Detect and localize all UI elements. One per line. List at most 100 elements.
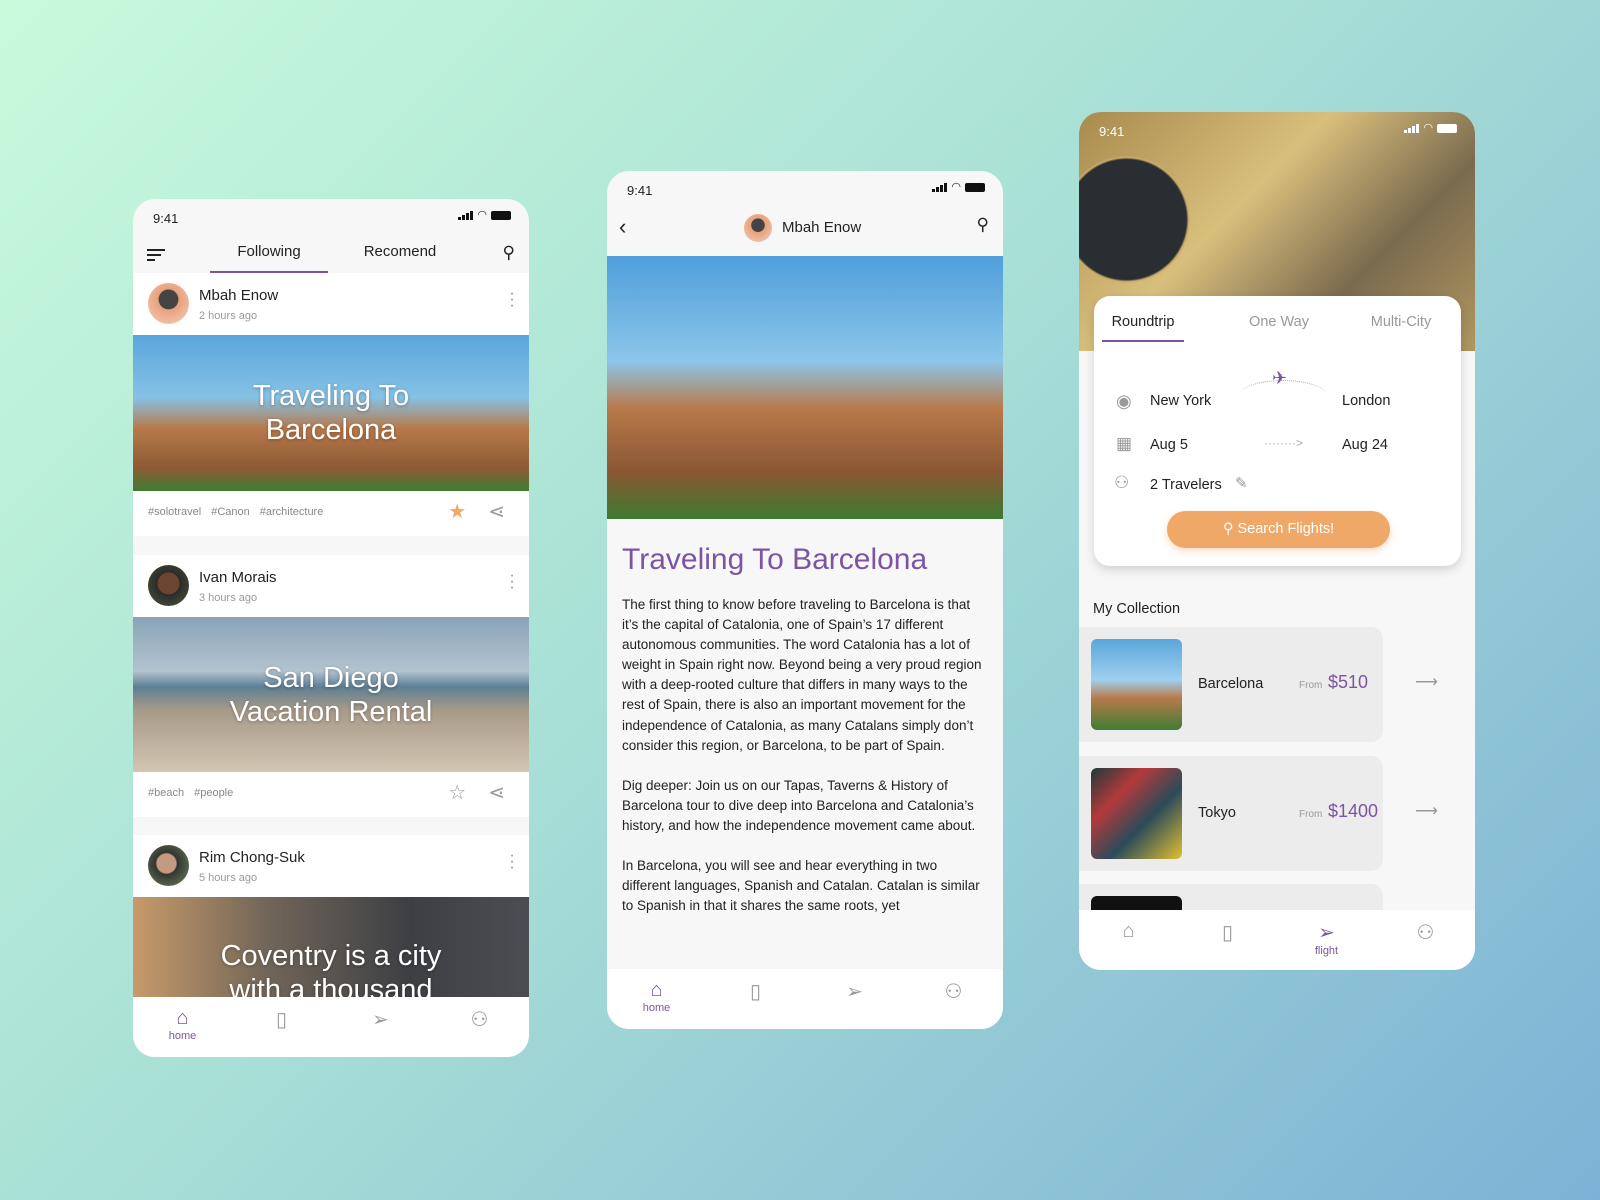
- more-icon[interactable]: · · ·: [509, 848, 515, 876]
- post-title: San Diego Vacation Rental: [229, 661, 433, 728]
- post-footer: #beach #people ☆ ⋖: [133, 772, 529, 817]
- tab-label: Following: [237, 243, 301, 260]
- tag[interactable]: #beach: [148, 787, 184, 799]
- nav-flight[interactable]: ➢ flight: [1302, 920, 1352, 970]
- post-header: Ivan Morais 3 hours ago · · ·: [133, 555, 529, 617]
- tag[interactable]: #architecture: [260, 506, 324, 518]
- from-label: From: [1299, 809, 1323, 820]
- from-label: From: [1299, 680, 1323, 691]
- user-icon: ⚇: [470, 1009, 489, 1031]
- tag[interactable]: #people: [194, 787, 233, 799]
- menu-icon[interactable]: [147, 249, 165, 261]
- tab-label: Multi-City: [1370, 314, 1432, 330]
- battery-icon: [965, 183, 985, 192]
- book-icon: ▯: [1221, 922, 1233, 944]
- back-icon[interactable]: ‹: [619, 214, 626, 240]
- status-time: 9:41: [627, 183, 653, 198]
- depart-date[interactable]: Aug 5: [1150, 437, 1188, 453]
- battery-icon: [1437, 124, 1457, 133]
- tag[interactable]: #Canon: [211, 506, 250, 518]
- nav-book[interactable]: ▯: [1203, 920, 1253, 970]
- travelers-field[interactable]: 2 Travelers: [1150, 477, 1222, 493]
- flight-search-card: Roundtrip One Way Multi-City ◉ New York …: [1094, 296, 1461, 566]
- book-icon: ▯: [749, 981, 761, 1003]
- edit-icon[interactable]: ✎: [1235, 474, 1248, 492]
- wifi-icon: ◠: [1423, 122, 1433, 134]
- user-icon: ⚇: [944, 981, 963, 1003]
- nav-home[interactable]: ⌂ home: [632, 979, 682, 1029]
- avatar[interactable]: [744, 214, 772, 242]
- star-filled-icon[interactable]: ★: [448, 499, 466, 524]
- star-outline-icon[interactable]: ☆: [448, 780, 466, 805]
- tab-one-way[interactable]: One Way: [1234, 314, 1324, 330]
- status-bar: 9:41 ◠: [607, 171, 1003, 211]
- more-icon[interactable]: · · ·: [509, 568, 515, 596]
- arrow-right-icon[interactable]: ⟶: [1415, 801, 1438, 821]
- tab-label: Recomend: [363, 243, 437, 260]
- tab-label: Roundtrip: [1111, 314, 1175, 330]
- dotted-arrow-icon: ········>: [1264, 436, 1303, 450]
- post-image[interactable]: Traveling To Barcelona: [133, 335, 529, 491]
- author-name[interactable]: Rim Chong-Suk: [199, 849, 305, 866]
- post-footer: #solotravel #Canon #architecture ★ ⋖: [133, 491, 529, 536]
- post-header: Mbah Enow 2 hours ago · · ·: [133, 273, 529, 335]
- author-name[interactable]: Mbah Enow: [199, 287, 278, 304]
- destination-field[interactable]: London: [1342, 393, 1390, 409]
- search-icon: ⚲: [1222, 521, 1234, 537]
- home-icon: ⌂: [1122, 920, 1135, 942]
- tab-multi-city[interactable]: Multi-City: [1356, 314, 1446, 330]
- nav-profile[interactable]: ⚇: [929, 979, 979, 1029]
- post-image[interactable]: San Diego Vacation Rental: [133, 617, 529, 772]
- paragraph: Dig deeper: Join us on our Tapas, Tavern…: [622, 777, 976, 833]
- nav-book[interactable]: ▯: [731, 979, 781, 1029]
- search-flights-button[interactable]: ⚲ Search Flights!: [1167, 511, 1390, 548]
- nav-profile[interactable]: ⚇: [455, 1007, 505, 1057]
- collection-item[interactable]: Tokyo From $1400: [1079, 756, 1383, 871]
- home-icon: ⌂: [176, 1007, 189, 1029]
- article-image: [607, 256, 1003, 519]
- tag[interactable]: #solotravel: [148, 506, 201, 518]
- share-icon[interactable]: ⋖: [488, 499, 505, 524]
- avatar[interactable]: [148, 845, 189, 886]
- button-label: Search Flights!: [1237, 521, 1335, 537]
- nav-flight[interactable]: ➢: [356, 1007, 406, 1057]
- post-time: 2 hours ago: [199, 310, 258, 322]
- tab-following[interactable]: Following: [210, 243, 328, 273]
- author-name[interactable]: Mbah Enow: [782, 219, 861, 236]
- tab-roundtrip[interactable]: Roundtrip: [1102, 314, 1184, 342]
- nav-label: home: [168, 1030, 197, 1042]
- post-title: Traveling To Barcelona: [252, 380, 410, 446]
- nav-home[interactable]: ⌂: [1104, 920, 1154, 970]
- article-screen: 9:41 ◠ ‹ Mbah Enow ⚲ Traveling To Barcel…: [607, 171, 1003, 1029]
- share-icon[interactable]: ⋖: [488, 780, 505, 805]
- search-icon[interactable]: ⚲: [977, 215, 989, 235]
- navigation-icon: ➢: [846, 981, 863, 1003]
- tab-recomend[interactable]: Recomend: [341, 243, 459, 273]
- author-name[interactable]: Ivan Morais: [199, 569, 277, 586]
- nav-book[interactable]: ▯: [257, 1007, 307, 1057]
- destination-name: Barcelona: [1198, 676, 1264, 692]
- bottom-nav: ⌂ home ▯ ➢ ⚇: [607, 969, 1003, 1029]
- return-date[interactable]: Aug 24: [1342, 437, 1388, 453]
- avatar[interactable]: [148, 565, 189, 606]
- post-time: 3 hours ago: [199, 592, 258, 604]
- nav-profile[interactable]: ⚇: [1401, 920, 1451, 970]
- signal-icon: [458, 211, 474, 220]
- price: $1400: [1328, 801, 1379, 821]
- nav-home[interactable]: ⌂ home: [158, 1007, 208, 1057]
- more-icon[interactable]: · · ·: [509, 286, 515, 314]
- search-icon[interactable]: ⚲: [503, 243, 515, 263]
- home-icon: ⌂: [650, 979, 663, 1001]
- nav-label: flight: [1314, 945, 1339, 957]
- avatar[interactable]: [148, 283, 189, 324]
- wifi-icon: ◠: [951, 181, 961, 193]
- signal-icon: [1404, 124, 1420, 133]
- book-icon: ▯: [275, 1009, 287, 1031]
- arrow-right-icon[interactable]: ⟶: [1415, 672, 1438, 692]
- destination-thumbnail: [1091, 639, 1182, 730]
- collection-item[interactable]: Barcelona From $510: [1079, 627, 1383, 742]
- origin-field[interactable]: New York: [1150, 393, 1211, 409]
- nav-flight[interactable]: ➢: [830, 979, 880, 1029]
- location-pin-icon: ◉: [1116, 391, 1132, 411]
- article-title: Traveling To Barcelona: [622, 543, 928, 576]
